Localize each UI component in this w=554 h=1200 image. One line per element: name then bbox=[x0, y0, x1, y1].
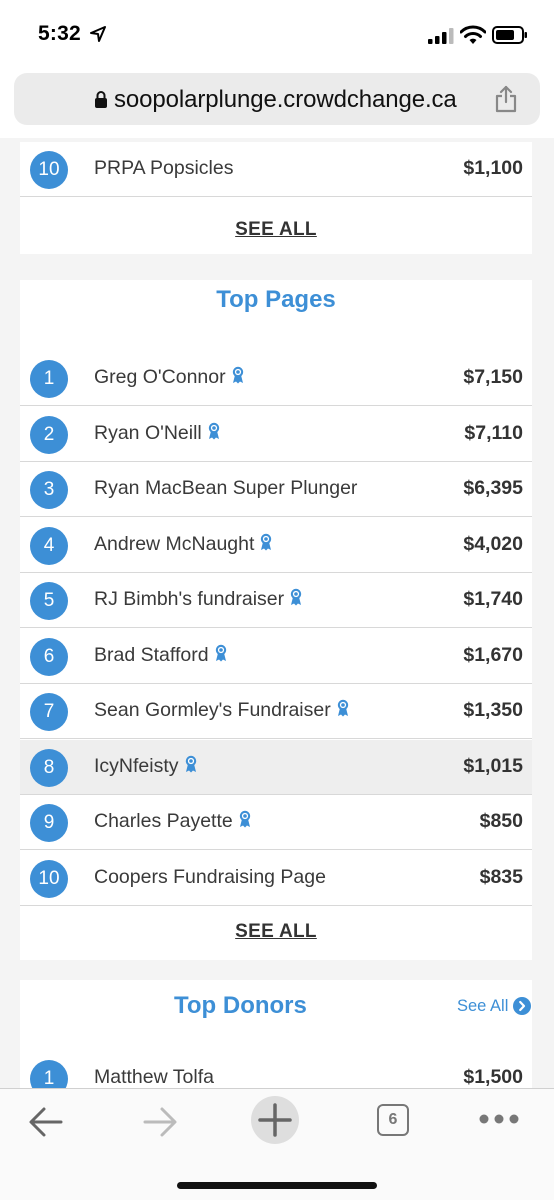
team-name[interactable]: PRPA Popsicles bbox=[94, 157, 233, 180]
rank-badge: 4 bbox=[30, 526, 68, 565]
leaderboard-row[interactable]: 9 Charles Payette $850 bbox=[20, 795, 532, 850]
award-ribbon-icon bbox=[185, 755, 197, 773]
leaderboard-row[interactable]: 8 IcyNfeisty $1,015 bbox=[20, 739, 532, 795]
leaderboard-row[interactable]: 10 PRPA Popsicles $1,100 bbox=[20, 142, 532, 197]
rank-badge: 5 bbox=[30, 582, 68, 620]
share-icon[interactable] bbox=[494, 85, 518, 113]
rank-badge: 3 bbox=[30, 471, 68, 509]
leaderboard-row[interactable]: 3 Ryan MacBean Super Plunger $6,395 bbox=[20, 462, 532, 517]
rank-badge: 2 bbox=[30, 415, 68, 454]
page-name[interactable]: Andrew McNaught bbox=[94, 533, 254, 555]
page-name[interactable]: Brad Stafford bbox=[94, 644, 209, 666]
rank-badge: 6 bbox=[30, 637, 68, 676]
page-name[interactable]: IcyNfeisty bbox=[94, 755, 179, 777]
leaderboard-row[interactable]: 10 Coopers Fundraising Page $835 bbox=[20, 851, 532, 906]
leaderboard-row[interactable]: 1 Matthew Tolfa $1,500 bbox=[20, 1051, 532, 1088]
leaderboard-row[interactable]: 1 Greg O'Connor $7,150 bbox=[20, 351, 532, 406]
page-name[interactable]: Ryan MacBean Super Plunger bbox=[94, 477, 357, 499]
donor-name[interactable]: Matthew Tolfa bbox=[94, 1066, 214, 1088]
amount: $1,670 bbox=[463, 643, 523, 666]
award-ribbon-icon bbox=[215, 644, 227, 662]
browser-address-area: soopolarplunge.crowdchange.ca bbox=[0, 66, 554, 138]
cellular-signal-icon bbox=[428, 28, 454, 44]
leaderboard-row[interactable]: 7 Sean Gormley's Fundraiser $1,350 bbox=[20, 684, 532, 739]
new-tab-button[interactable] bbox=[251, 1096, 299, 1144]
page-name-cell[interactable]: Charles Payette bbox=[94, 810, 251, 833]
wifi-icon bbox=[460, 25, 486, 44]
top-donors-card: Top Donors See All 1 Matthew Tolfa $1,50… bbox=[20, 980, 532, 1088]
more-icon[interactable] bbox=[478, 1111, 520, 1127]
top-pages-title: Top Pages bbox=[216, 286, 336, 313]
url-text[interactable]: soopolarplunge.crowdchange.ca bbox=[114, 86, 457, 114]
award-ribbon-icon bbox=[232, 366, 244, 384]
amount: $4,020 bbox=[463, 532, 523, 555]
see-all-donors-link[interactable]: See All bbox=[457, 997, 508, 1016]
page-name-cell[interactable]: Ryan O'Neill bbox=[94, 422, 220, 445]
page-name-cell[interactable]: Ryan MacBean Super Plunger bbox=[94, 477, 357, 500]
rank-badge: 10 bbox=[30, 859, 68, 898]
page-name[interactable]: Greg O'Connor bbox=[94, 366, 226, 388]
plus-icon bbox=[258, 1103, 292, 1137]
rank-badge: 8 bbox=[30, 748, 68, 787]
award-ribbon-icon bbox=[260, 533, 272, 551]
leaderboard-row[interactable]: 2 Ryan O'Neill $7,110 bbox=[20, 407, 532, 462]
amount: $1,015 bbox=[463, 754, 523, 777]
leaderboard-row[interactable]: 5 RJ Bimbh's fundraiser $1,740 bbox=[20, 573, 532, 628]
rank-badge: 7 bbox=[30, 693, 68, 731]
amount: $835 bbox=[479, 865, 523, 888]
leaderboard-row[interactable]: 4 Andrew McNaught $4,020 bbox=[20, 518, 532, 573]
page-name-cell[interactable]: IcyNfeisty bbox=[94, 755, 197, 778]
battery-icon bbox=[492, 26, 527, 44]
lock-icon bbox=[95, 91, 107, 108]
status-time: 5:32 bbox=[38, 22, 81, 45]
top-pages-card: Top Pages 1 Greg O'Connor $7,150 2 Ryan O'Ne… bbox=[20, 280, 532, 960]
rank-badge: 9 bbox=[30, 804, 68, 842]
top-teams-card: 10 PRPA Popsicles $1,100 SEE ALL bbox=[20, 142, 532, 254]
amount: $1,500 bbox=[463, 1066, 523, 1088]
page-name-cell[interactable]: Coopers Fundraising Page bbox=[94, 866, 326, 889]
chevron-right-circle-icon[interactable] bbox=[513, 997, 531, 1015]
page-name[interactable]: Sean Gormley's Fundraiser bbox=[94, 699, 331, 721]
award-ribbon-icon bbox=[337, 699, 349, 717]
leaderboard-row[interactable]: 6 Brad Stafford $1,670 bbox=[20, 629, 532, 684]
page-name-cell[interactable]: Andrew McNaught bbox=[94, 533, 272, 556]
status-bar: 5:32 bbox=[0, 0, 554, 66]
back-arrow-icon[interactable] bbox=[28, 1105, 64, 1139]
see-all-teams-link[interactable]: SEE ALL bbox=[20, 219, 532, 241]
amount: $1,350 bbox=[463, 699, 523, 721]
amount: $850 bbox=[479, 810, 523, 832]
tabs-button[interactable]: 6 bbox=[377, 1104, 409, 1136]
page-name[interactable]: Charles Payette bbox=[94, 810, 233, 832]
amount: $6,395 bbox=[463, 477, 523, 499]
location-arrow-icon bbox=[90, 26, 106, 42]
top-donors-title: Top Donors bbox=[174, 992, 307, 1019]
amount: $1,740 bbox=[463, 588, 523, 610]
page-name[interactable]: Ryan O'Neill bbox=[94, 422, 202, 444]
browser-toolbar: 6 bbox=[0, 1088, 554, 1200]
see-all-pages-link[interactable]: SEE ALL bbox=[20, 921, 532, 943]
page-name-cell[interactable]: Sean Gormley's Fundraiser bbox=[94, 699, 349, 722]
award-ribbon-icon bbox=[239, 810, 251, 828]
page-name-cell[interactable]: Brad Stafford bbox=[94, 644, 227, 667]
amount: $1,100 bbox=[463, 157, 523, 179]
rank-badge: 1 bbox=[30, 1060, 68, 1088]
forward-arrow-icon[interactable] bbox=[142, 1105, 178, 1139]
page-content: 10 PRPA Popsicles $1,100 SEE ALL Top Pag… bbox=[0, 138, 554, 1088]
award-ribbon-icon bbox=[208, 422, 220, 440]
page-name-cell[interactable]: Greg O'Connor bbox=[94, 366, 244, 389]
address-bar[interactable]: soopolarplunge.crowdchange.ca bbox=[14, 73, 540, 125]
page-name[interactable]: RJ Bimbh's fundraiser bbox=[94, 588, 284, 610]
amount: $7,150 bbox=[463, 366, 523, 388]
rank-badge: 10 bbox=[30, 151, 68, 189]
amount: $7,110 bbox=[464, 421, 523, 444]
award-ribbon-icon bbox=[290, 588, 302, 606]
page-name-cell[interactable]: RJ Bimbh's fundraiser bbox=[94, 588, 302, 611]
page-name[interactable]: Coopers Fundraising Page bbox=[94, 866, 326, 888]
rank-badge: 1 bbox=[30, 360, 68, 398]
home-indicator bbox=[177, 1182, 377, 1189]
